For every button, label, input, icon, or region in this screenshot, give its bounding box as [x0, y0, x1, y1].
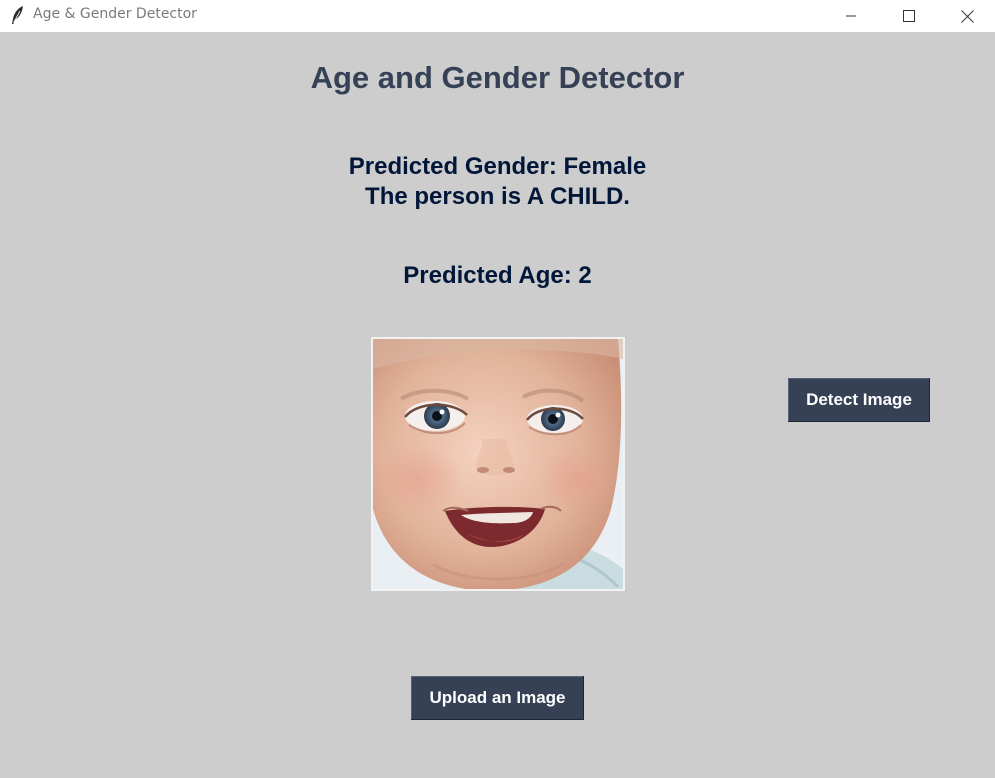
predicted-gender-label: Predicted Gender: Female — [348, 153, 647, 180]
minimize-icon — [845, 10, 857, 22]
age-category-label: The person is A CHILD. — [365, 183, 630, 210]
close-button[interactable] — [938, 0, 995, 32]
maximize-icon — [903, 10, 915, 22]
feather-icon — [10, 5, 26, 25]
maximize-button[interactable] — [880, 0, 938, 32]
minimize-button[interactable] — [822, 0, 880, 32]
close-icon — [960, 9, 974, 23]
title-bar: Age & Gender Detector — [0, 0, 995, 32]
prediction-result: Predicted Gender: Female The person is A… — [0, 152, 995, 212]
upload-image-button[interactable]: Upload an Image — [411, 676, 584, 720]
window-title: Age & Gender Detector — [33, 6, 197, 22]
app-window-content: Age and Gender Detector Predicted Gender… — [0, 32, 995, 778]
uploaded-image — [371, 337, 625, 591]
baby-face-photo — [373, 339, 623, 589]
predicted-age-label: Predicted Age: 2 — [403, 262, 592, 289]
detect-image-button[interactable]: Detect Image — [788, 378, 930, 422]
page-title: Age and Gender Detector — [310, 60, 685, 95]
